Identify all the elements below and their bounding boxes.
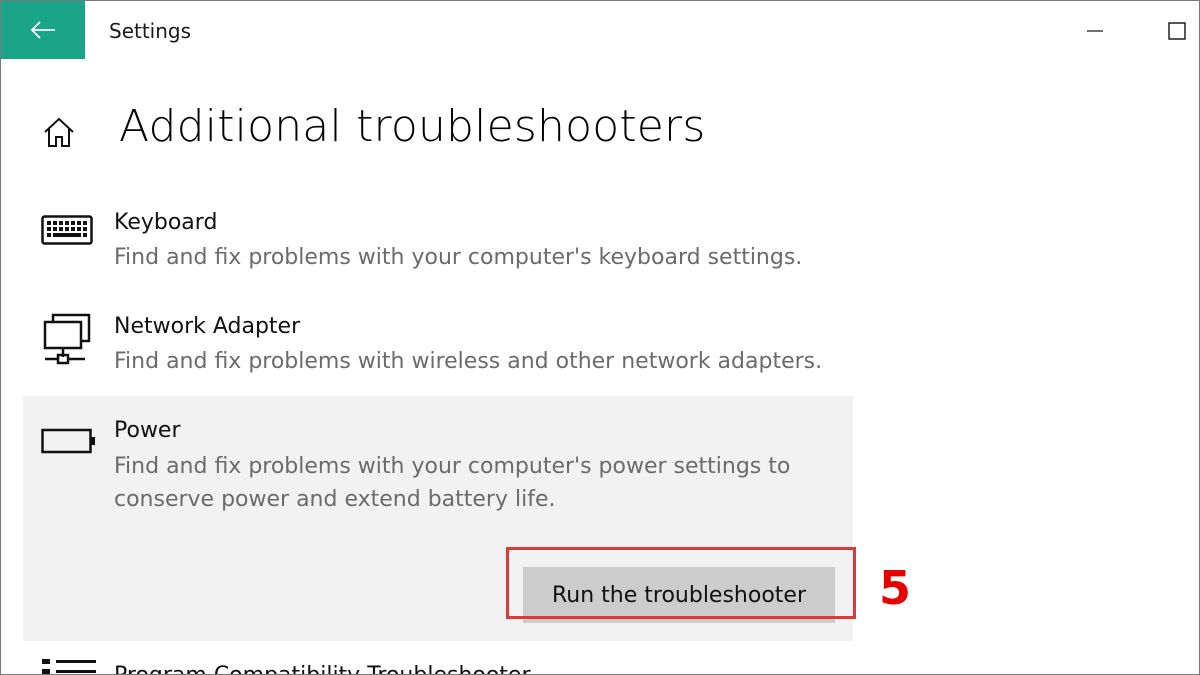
- settings-window: Settings Additional troubleshooters Keyb…: [0, 0, 1200, 675]
- window-title: Settings: [109, 19, 192, 43]
- troubleshooter-description: Find and fix problems with your computer…: [114, 454, 791, 512]
- minimize-button[interactable]: [1072, 11, 1118, 51]
- program-list-icon: [42, 659, 96, 674]
- maximize-icon: [1168, 22, 1186, 40]
- page-title: Additional troubleshooters: [119, 101, 706, 152]
- home-icon[interactable]: [41, 115, 77, 151]
- troubleshooter-item-network-adapter[interactable]: Network Adapter Find and fix problems wi…: [23, 305, 853, 393]
- annotation-highlight-box: [506, 547, 856, 619]
- title-bar: Settings: [1, 1, 1199, 61]
- battery-icon: [41, 428, 95, 454]
- troubleshooter-description: Find and fix problems with wireless and …: [114, 349, 823, 374]
- troubleshooter-description: Find and fix problems with your computer…: [114, 245, 803, 270]
- minimize-icon: [1087, 30, 1103, 32]
- troubleshooter-title: Program Compatibility Troubleshooter: [114, 663, 531, 674]
- troubleshooter-title: Power: [114, 418, 181, 443]
- troubleshooter-item-program-compatibility[interactable]: Program Compatibility Troubleshooter: [23, 651, 853, 674]
- back-arrow-icon: [30, 21, 55, 39]
- annotation-step-number: 5: [879, 561, 912, 615]
- troubleshooter-title: Keyboard: [114, 210, 218, 235]
- maximize-button[interactable]: [1154, 11, 1199, 51]
- keyboard-icon: [41, 215, 93, 245]
- troubleshooter-title: Network Adapter: [114, 314, 301, 339]
- troubleshooter-item-keyboard[interactable]: Keyboard Find and fix problems with your…: [23, 201, 853, 301]
- back-button[interactable]: [1, 1, 85, 59]
- network-adapter-icon: [43, 313, 91, 365]
